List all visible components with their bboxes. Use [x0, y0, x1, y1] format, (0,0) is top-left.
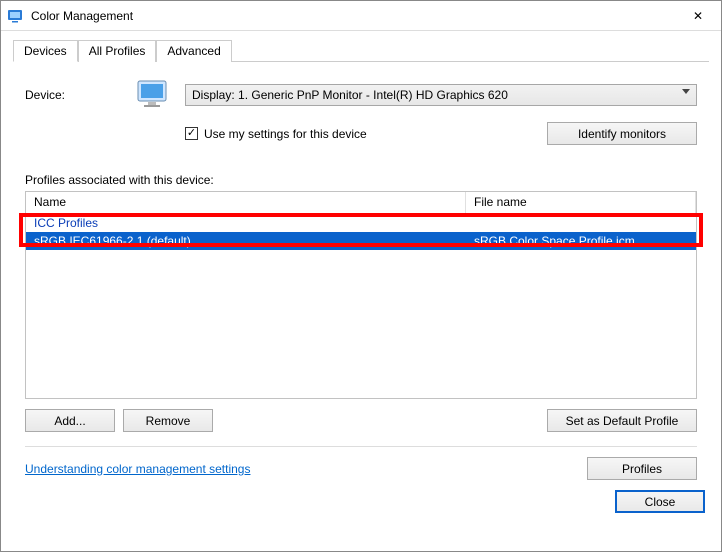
add-button[interactable]: Add... — [25, 409, 115, 432]
dialog-close-button[interactable]: Close — [615, 490, 705, 513]
close-icon: ✕ — [693, 9, 703, 23]
window-title: Color Management — [31, 9, 675, 23]
group-label: ICC Profiles — [26, 216, 466, 230]
monitor-icon — [135, 78, 173, 112]
help-link[interactable]: Understanding color management settings — [25, 462, 250, 476]
device-row: Device: Display: 1. Generic PnP Monitor … — [25, 78, 697, 112]
device-label: Device: — [25, 88, 135, 102]
row-name: sRGB IEC61966-2.1 (default) — [26, 234, 466, 248]
use-settings-label: Use my settings for this device — [204, 127, 367, 141]
table-body: ICC Profiles sRGB IEC61966-2.1 (default)… — [26, 214, 696, 250]
tabstrip: Devices All Profiles Advanced — [1, 31, 721, 61]
use-settings-checkbox[interactable]: ✓ — [185, 127, 198, 140]
identify-monitors-button[interactable]: Identify monitors — [547, 122, 697, 145]
chevron-down-icon — [682, 89, 690, 94]
tab-panel-devices: Device: Display: 1. Generic PnP Monitor … — [13, 61, 709, 480]
profiles-table[interactable]: Name File name ICC Profiles sRGB IEC6196… — [25, 191, 697, 399]
tab-all-profiles[interactable]: All Profiles — [78, 40, 157, 62]
profiles-label: Profiles associated with this device: — [25, 173, 697, 187]
titlebar: Color Management ✕ — [1, 1, 721, 31]
col-file[interactable]: File name — [466, 192, 696, 213]
close-button[interactable]: ✕ — [675, 1, 721, 31]
separator — [25, 446, 697, 447]
device-select-value: Display: 1. Generic PnP Monitor - Intel(… — [192, 88, 508, 102]
profile-actions: Add... Remove Set as Default Profile — [25, 409, 697, 432]
device-select[interactable]: Display: 1. Generic PnP Monitor - Intel(… — [185, 84, 697, 106]
footer-row: Understanding color management settings … — [25, 457, 697, 480]
remove-button[interactable]: Remove — [123, 409, 213, 432]
table-header: Name File name — [26, 192, 696, 214]
set-default-button[interactable]: Set as Default Profile — [547, 409, 697, 432]
bottom-bar: Close — [1, 480, 721, 523]
tab-advanced[interactable]: Advanced — [156, 40, 231, 62]
table-row[interactable]: sRGB IEC61966-2.1 (default) sRGB Color S… — [26, 232, 696, 250]
col-name[interactable]: Name — [26, 192, 466, 213]
use-settings-row: ✓ Use my settings for this device Identi… — [185, 122, 697, 145]
row-file: sRGB Color Space Profile.icm — [466, 234, 696, 248]
table-group-row[interactable]: ICC Profiles — [26, 214, 696, 232]
tab-devices[interactable]: Devices — [13, 40, 78, 62]
profiles-list-container: Name File name ICC Profiles sRGB IEC6196… — [25, 191, 697, 399]
profiles-button[interactable]: Profiles — [587, 457, 697, 480]
app-icon — [7, 8, 23, 24]
